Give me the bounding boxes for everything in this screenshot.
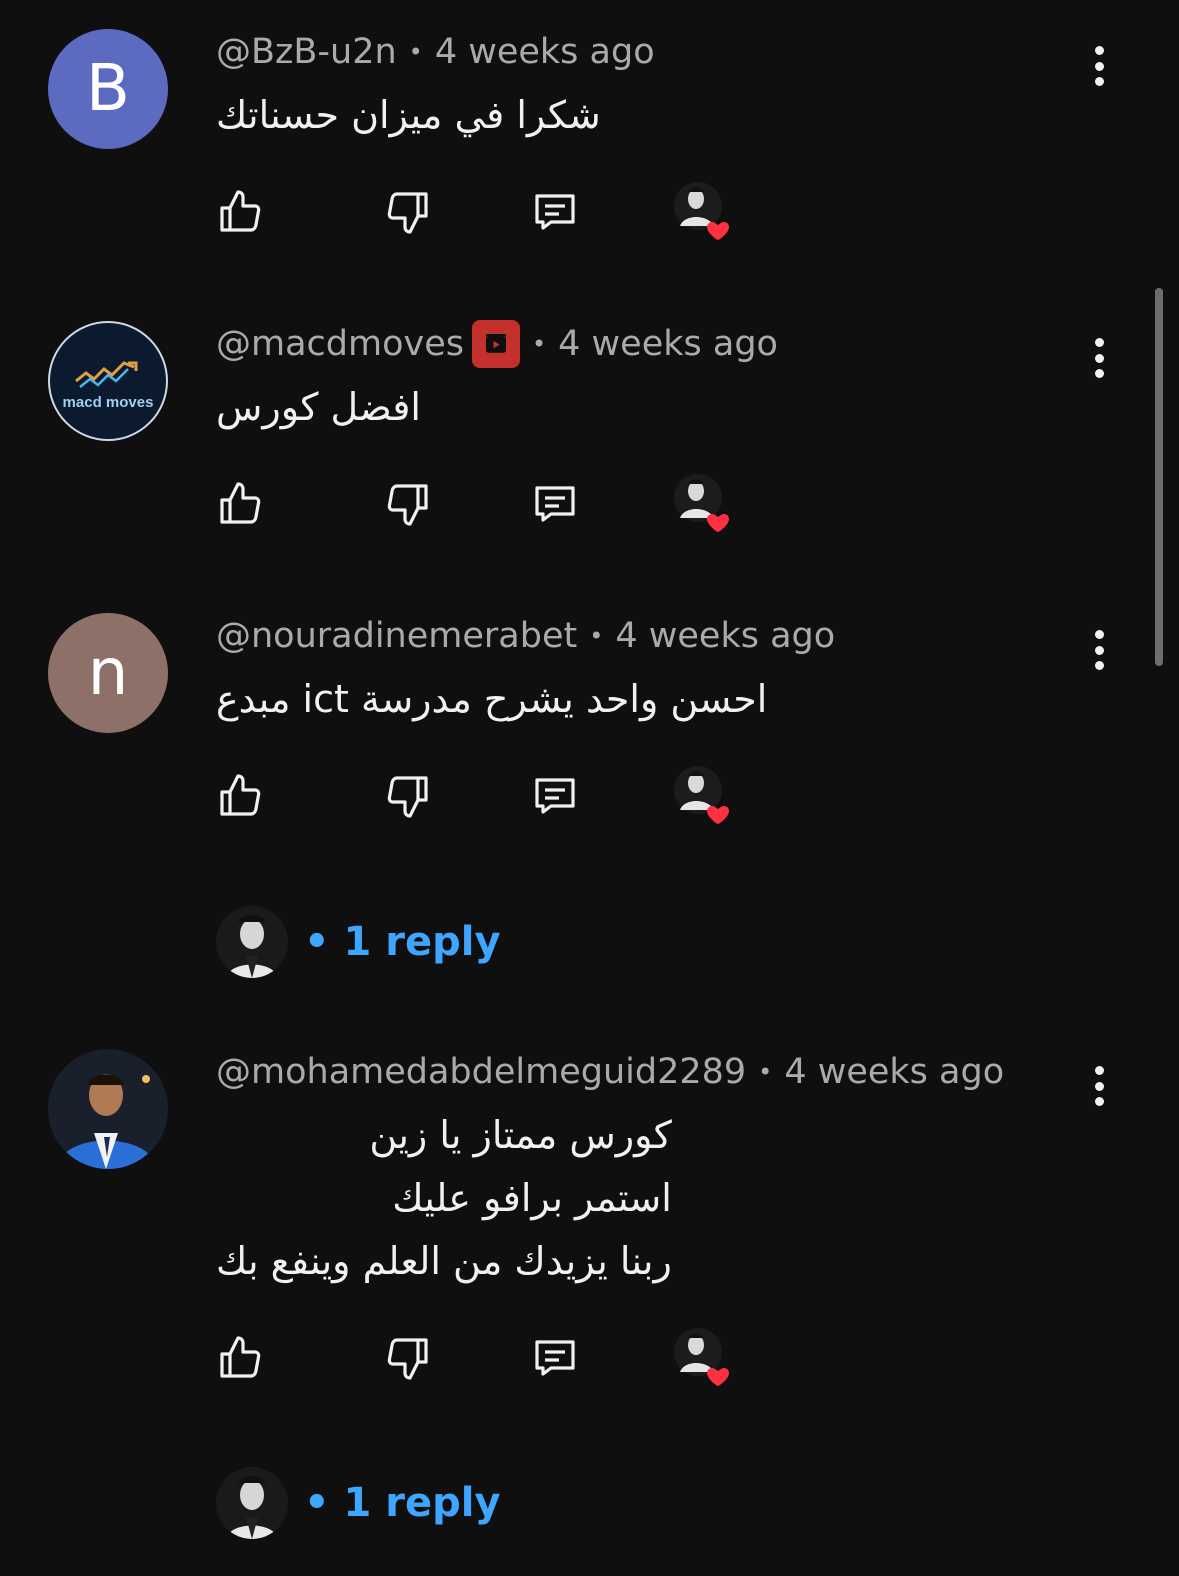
reply-count[interactable]: • 1 reply [304, 919, 501, 965]
reply-count[interactable]: • 1 reply [304, 1480, 501, 1526]
comment-meta: @nouradinemerabet • 4 weeks ago [216, 614, 835, 658]
creator-heart-icon [674, 1328, 736, 1390]
like-icon[interactable] [216, 1334, 264, 1382]
comment-time[interactable]: 4 weeks ago [435, 32, 655, 72]
dislike-icon[interactable] [384, 1334, 432, 1382]
more-vert-icon[interactable] [1084, 336, 1114, 380]
comment-author[interactable]: @mohamedabdelmeguid2289 [216, 1052, 746, 1092]
creator-avatar [216, 906, 288, 978]
avatar[interactable] [48, 1049, 168, 1169]
reply-icon[interactable] [531, 772, 579, 820]
separator-dot: • [304, 1480, 330, 1526]
avatar-letter: n [87, 636, 129, 710]
like-icon[interactable] [216, 772, 264, 820]
comment-actions [216, 474, 756, 536]
dislike-icon[interactable] [384, 188, 432, 236]
avatar-letter: B [86, 52, 130, 126]
comment-actions [216, 766, 756, 828]
comment-author[interactable]: @BzB-u2n [216, 32, 397, 72]
reply-icon[interactable] [531, 188, 579, 236]
separator-dot: • [532, 330, 547, 358]
creator-heart-icon [674, 474, 736, 536]
comment-time[interactable]: 4 weeks ago [784, 1052, 1004, 1092]
comment-meta: @mohamedabdelmeguid2289 • 4 weeks ago [216, 1050, 1004, 1094]
avatar[interactable]: B [48, 29, 168, 149]
view-replies-button[interactable]: • 1 reply [216, 906, 501, 978]
reply-label: 1 reply [343, 919, 501, 965]
creator-heart-icon [674, 766, 736, 828]
logo-text: macd moves [63, 394, 154, 411]
comment-meta: @BzB-u2n • 4 weeks ago [216, 30, 655, 74]
comment-text: شكرا في ميزان حسناتك [216, 93, 601, 137]
comment-author[interactable]: @macdmoves [216, 324, 464, 364]
more-vert-icon[interactable] [1084, 628, 1114, 672]
user-photo [48, 1049, 168, 1169]
reply-label: 1 reply [343, 1480, 501, 1526]
comment-time[interactable]: 4 weeks ago [615, 616, 835, 656]
comment-text: كورس ممتاز يا زين استمر برافو عليك ربنا … [216, 1113, 672, 1283]
separator-dot: • [758, 1058, 773, 1086]
separator-dot: • [408, 38, 423, 66]
comment-text: احسن واحد يشرح مدرسة ict مبدع [216, 677, 768, 721]
avatar[interactable]: n [48, 613, 168, 733]
reply-icon[interactable] [531, 1334, 579, 1382]
comment-meta: @macdmoves • 4 weeks ago [216, 320, 778, 368]
comment-author[interactable]: @nouradinemerabet [216, 616, 577, 656]
more-vert-icon[interactable] [1084, 1064, 1114, 1108]
like-icon[interactable] [216, 480, 264, 528]
reply-icon[interactable] [531, 480, 579, 528]
separator-dot: • [589, 622, 604, 650]
more-vert-icon[interactable] [1084, 44, 1114, 88]
creator-avatar [216, 1467, 288, 1539]
macd-moves-logo: macd moves [63, 361, 154, 411]
like-icon[interactable] [216, 188, 264, 236]
comment-actions [216, 1328, 756, 1390]
scrollbar[interactable] [1155, 288, 1163, 666]
dislike-icon[interactable] [384, 772, 432, 820]
comment-text: افضل كورس [216, 385, 421, 429]
view-replies-button[interactable]: • 1 reply [216, 1467, 501, 1539]
separator-dot: • [304, 919, 330, 965]
comment-time[interactable]: 4 weeks ago [558, 324, 778, 364]
avatar[interactable]: macd moves [48, 321, 168, 441]
creator-heart-icon [674, 182, 736, 244]
comment-actions [216, 182, 756, 244]
channel-badge-icon [472, 320, 520, 368]
dislike-icon[interactable] [384, 480, 432, 528]
